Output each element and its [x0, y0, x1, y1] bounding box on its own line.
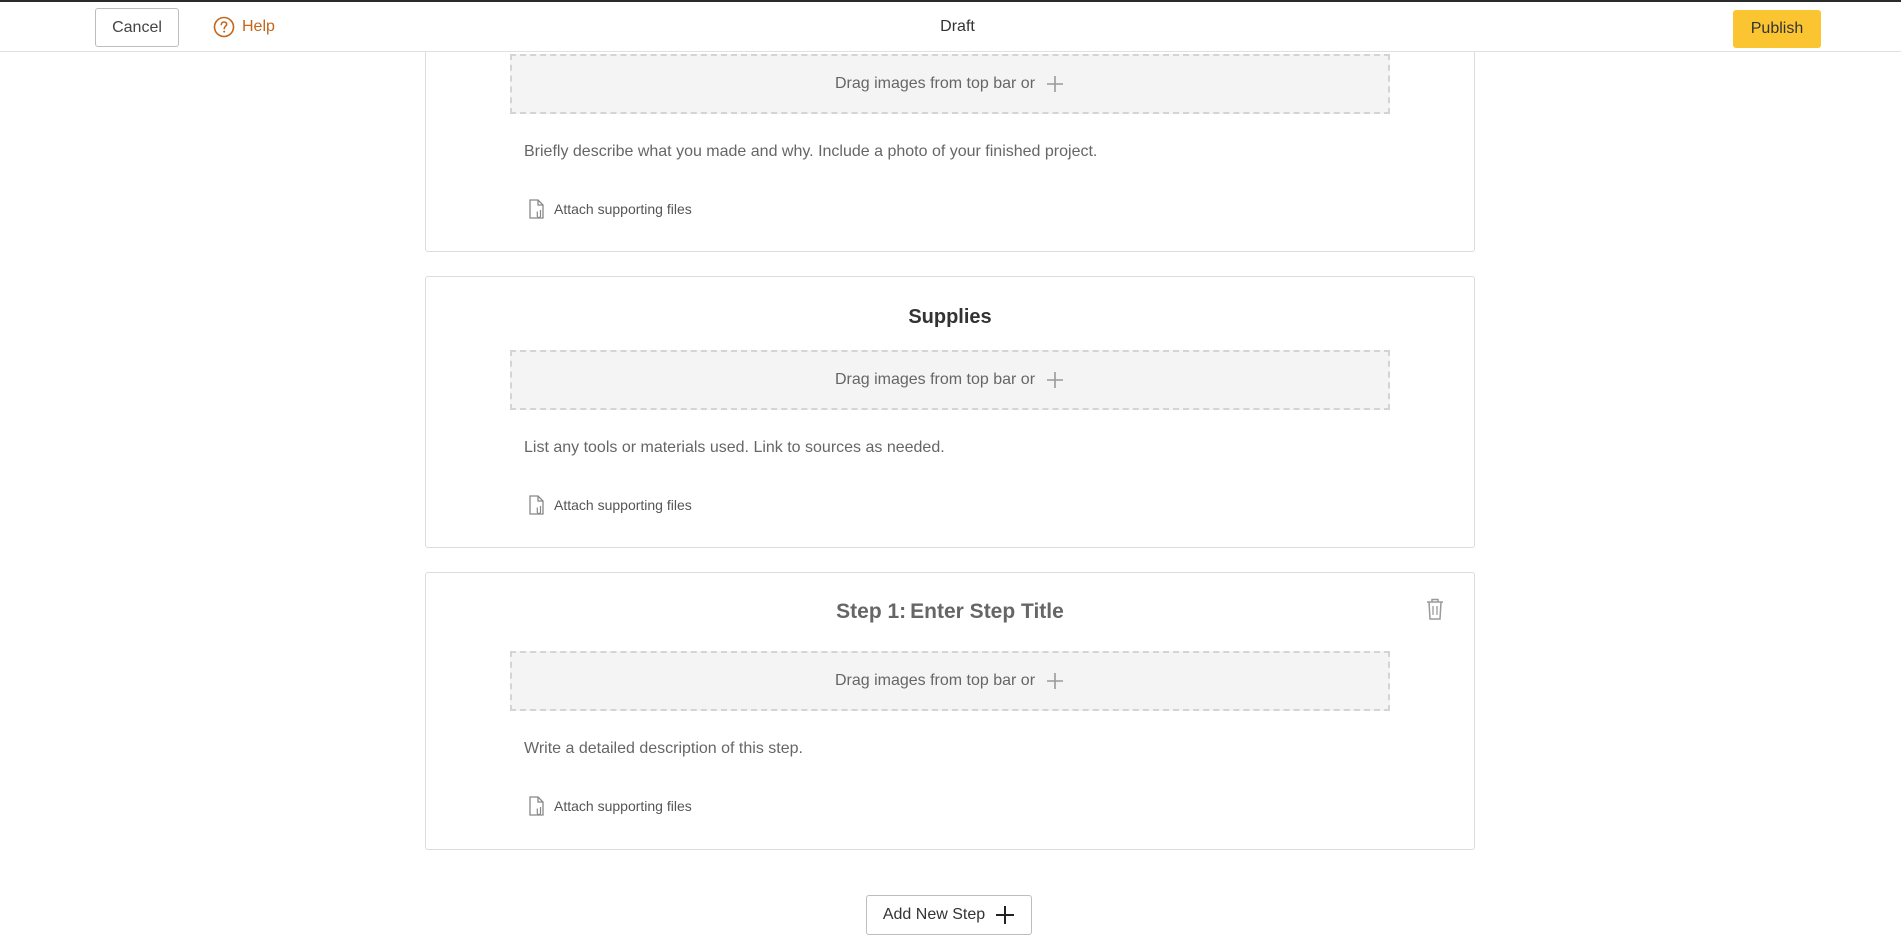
add-new-step-button[interactable]: Add New Step: [866, 895, 1032, 935]
image-dropzone[interactable]: Drag images from top bar or: [510, 54, 1390, 114]
step-card: Step 1: Enter Step Title Drag images from…: [425, 572, 1475, 850]
supplies-title: Supplies: [908, 306, 992, 328]
intro-description[interactable]: Briefly describe what you made and why. …: [524, 143, 1097, 161]
plus-icon[interactable]: [1045, 370, 1065, 390]
attach-file-icon: [529, 495, 544, 515]
attach-label: Attach supporting files: [554, 798, 692, 814]
attach-label: Attach supporting files: [554, 497, 692, 513]
dropzone-label: Drag images from top bar or: [834, 371, 1036, 388]
attach-files-link[interactable]: Attach supporting files: [526, 795, 692, 817]
image-dropzone[interactable]: Drag images from top bar or: [510, 651, 1390, 711]
supplies-card: Supplies Drag images from top bar or Lis…: [425, 276, 1475, 548]
attach-label: Attach supporting files: [554, 201, 692, 217]
trash-icon[interactable]: [1424, 597, 1446, 621]
publish-button[interactable]: Publish: [1733, 10, 1821, 48]
page-title: Draft: [940, 18, 975, 35]
dropzone-label: Drag images from top bar or: [834, 672, 1036, 689]
step-title: Step 1: Enter Step Title: [426, 600, 1474, 624]
step-description[interactable]: Write a detailed description of this ste…: [524, 740, 803, 758]
image-dropzone[interactable]: Drag images from top bar or: [510, 350, 1390, 410]
step-title-input[interactable]: Enter Step Title: [910, 600, 1064, 623]
dropzone-label: Drag images from top bar or: [834, 75, 1036, 92]
attach-files-link[interactable]: Attach supporting files: [526, 198, 692, 220]
attach-files-link[interactable]: Attach supporting files: [526, 494, 692, 516]
plus-icon[interactable]: [1045, 74, 1065, 94]
plus-icon[interactable]: [1045, 671, 1065, 691]
attach-file-icon: [529, 796, 544, 816]
top-bar: Cancel Help Draft Publish: [0, 0, 1901, 52]
supplies-description[interactable]: List any tools or materials used. Link t…: [524, 439, 945, 457]
plus-icon: [996, 906, 1015, 924]
step-number: Step 1:: [836, 600, 907, 623]
add-new-step-label: Add New Step: [882, 906, 986, 923]
attach-file-icon: [529, 199, 544, 219]
